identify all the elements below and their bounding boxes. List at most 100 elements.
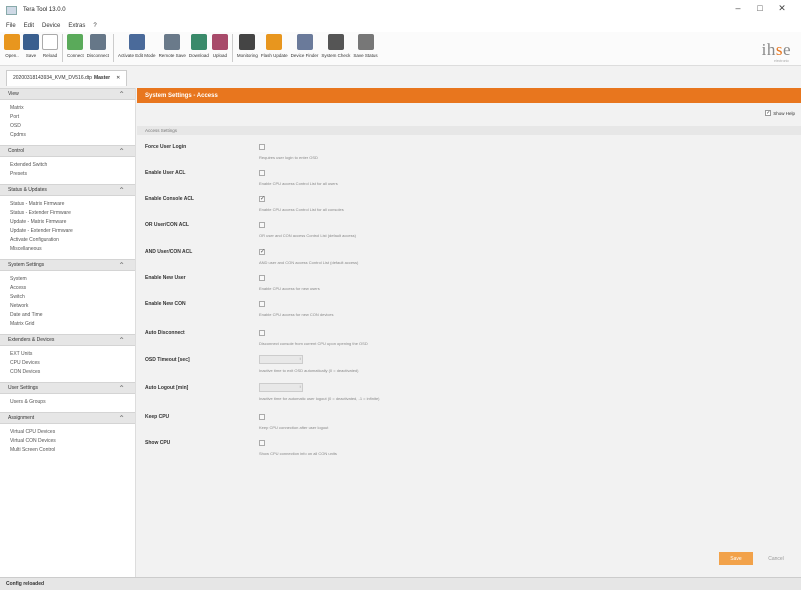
and-user-con-acl-checkbox[interactable] — [259, 248, 265, 255]
sidebar-item-osd[interactable]: OSD — [10, 122, 135, 131]
keep-cpu-checkbox[interactable] — [259, 414, 265, 420]
enable-new-con-checkbox[interactable] — [259, 301, 265, 307]
sidebar-item-system[interactable]: System — [10, 275, 135, 284]
sidebar-section-status-updates[interactable]: Status & Updates ⌃ — [0, 184, 135, 196]
sidebar-item-status-matrix-firmware[interactable]: Status - Matrix Firmware — [10, 200, 135, 209]
toolbar-save-status-button[interactable]: Save Status — [353, 32, 378, 58]
sidebar-item-matrix-grid[interactable]: Matrix Grid — [10, 320, 135, 329]
enable-console-acl-checkbox[interactable] — [259, 195, 265, 202]
sidebar-item-network[interactable]: Network — [10, 302, 135, 311]
menu-file[interactable]: File — [6, 23, 16, 29]
chevron-up-icon[interactable]: ⌃ — [118, 186, 125, 195]
chevron-up-icon[interactable]: ⌃ — [118, 414, 125, 423]
auto-logout-min-spinner[interactable]: ↕ — [259, 383, 303, 392]
sidebar-item-presets[interactable]: Presets — [10, 170, 135, 179]
toolbar-open-button[interactable]: Open.. — [4, 32, 20, 58]
toolbar-connect-button[interactable]: Connect — [67, 32, 84, 58]
sidebar-item-con-devices[interactable]: CON Devices — [10, 368, 135, 377]
minimize-button[interactable]: – — [727, 3, 749, 14]
sidebar-item-date-and-time[interactable]: Date and Time — [10, 311, 135, 320]
sidebar-section-view[interactable]: View ⌃ — [0, 88, 135, 100]
status-bar: Config reloaded — [0, 577, 801, 590]
sidebar-item-multi-screen-control[interactable]: Multi Screen Control — [10, 446, 135, 455]
show-help-toggle[interactable]: ✓ Show Help — [765, 110, 795, 116]
sidebar-item-update-matrix-firmware[interactable]: Update - Matrix Firmware — [10, 218, 135, 227]
sidebar-item-miscellaneous[interactable]: Miscellaneous — [10, 245, 135, 254]
setting-description: Inactive time to exit OSD automatically … — [259, 368, 359, 373]
sidebar-item-status-extender-firmware[interactable]: Status - Extender Firmware — [10, 209, 135, 218]
toolbar-activate-edit-mode-button[interactable]: Activate Edit Mode — [118, 32, 156, 58]
tab-close-icon[interactable]: ✕ — [116, 75, 120, 86]
sidebar-section-items: Extended Switch Presets — [0, 157, 135, 184]
chevron-up-icon[interactable]: ⌃ — [118, 384, 125, 393]
tab-filename: 20200318143934_KVM_DV516.dtp — [13, 75, 92, 81]
sidebar-section-assignment[interactable]: Assignment ⌃ — [0, 412, 135, 424]
reload-icon — [42, 34, 58, 50]
sidebar-section-control[interactable]: Control ⌃ — [0, 145, 135, 157]
toolbar-label: Upload — [212, 53, 227, 58]
toolbar-system-check-button[interactable]: System Check — [321, 32, 350, 58]
setting-description: Enable CPU access for new users — [259, 286, 320, 291]
maximize-button[interactable]: □ — [749, 3, 771, 14]
document-tab[interactable]: 20200318143934_KVM_DV516.dtp Master ✕ — [6, 70, 128, 86]
menu-edit[interactable]: Edit — [24, 23, 34, 29]
sidebar-item-ext-units[interactable]: EXT Units — [10, 350, 135, 359]
sidebar-item-virtual-con-devices[interactable]: Virtual CON Devices — [10, 437, 135, 446]
toolbar-monitoring-button[interactable]: Monitoring — [237, 32, 258, 58]
sidebar-item-matrix[interactable]: Matrix — [10, 104, 135, 113]
force-user-login-checkbox[interactable] — [259, 144, 265, 150]
sidebar-item-cpu-devices[interactable]: CPU Devices — [10, 359, 135, 368]
toolbar-upload-button[interactable]: Upload — [211, 32, 228, 58]
toolbar-disconnect-button[interactable]: Disconnect — [87, 32, 109, 58]
spinner-arrows-icon[interactable]: ↕ — [299, 356, 301, 361]
document-tab-bar: 20200318143934_KVM_DV516.dtp Master ✕ — [0, 66, 801, 86]
sidebar-item-virtual-cpu-devices[interactable]: Virtual CPU Devices — [10, 428, 135, 437]
enable-new-user-checkbox[interactable] — [259, 275, 265, 281]
sidebar-section-extenders-devices[interactable]: Extenders & Devices ⌃ — [0, 334, 135, 346]
tab-suffix: Master — [93, 75, 111, 81]
cancel-button[interactable]: Cancel — [757, 552, 795, 565]
chevron-up-icon[interactable]: ⌃ — [118, 261, 125, 270]
sidebar-item-cpdms[interactable]: Cpdms — [10, 131, 135, 140]
show-help-checkbox[interactable]: ✓ — [765, 110, 772, 116]
osd-timeout-sec-spinner[interactable]: ↕ — [259, 355, 303, 364]
sidebar-section-system-settings[interactable]: System Settings ⌃ — [0, 259, 135, 271]
sidebar-item-extended-switch[interactable]: Extended Switch — [10, 161, 135, 170]
sidebar-item-access[interactable]: Access — [10, 284, 135, 293]
auto-disconnect-checkbox[interactable] — [259, 330, 265, 336]
enable-user-acl-checkbox[interactable] — [259, 170, 265, 176]
setting-description: Enable CPU access Control List for all c… — [259, 207, 344, 212]
menu-extras[interactable]: Extras — [68, 23, 85, 29]
toolbar-remote-save-button[interactable]: Remote Save — [159, 32, 186, 58]
save-icon — [23, 34, 39, 50]
sidebar-section-user-settings[interactable]: User Settings ⌃ — [0, 382, 135, 394]
toolbar-label: Remote Save — [158, 53, 186, 58]
toolbar-flash-update-button[interactable]: Flash Update — [261, 32, 288, 58]
title-bar: Tera Tool 13.0.0 – □ ✕ — [0, 0, 801, 20]
setting-label: OSD Timeout [sec] — [145, 357, 190, 363]
setting-label: OR User/CON ACL — [145, 222, 189, 228]
or-user-con-acl-checkbox[interactable] — [259, 222, 265, 228]
spinner-arrows-icon[interactable]: ↕ — [299, 384, 301, 389]
sidebar-item-activate-configuration[interactable]: Activate Configuration — [10, 236, 135, 245]
toolbar-label: Open.. — [5, 53, 19, 58]
chevron-up-icon[interactable]: ⌃ — [118, 336, 125, 345]
menu-device[interactable]: Device — [42, 23, 60, 29]
save-button[interactable]: Save — [719, 552, 753, 565]
close-button[interactable]: ✕ — [771, 3, 793, 14]
chevron-up-icon[interactable]: ⌃ — [118, 90, 125, 99]
toolbar-reload-button[interactable]: Reload — [42, 32, 58, 58]
sidebar-item-port[interactable]: Port — [10, 113, 135, 122]
show-cpu-checkbox[interactable] — [259, 440, 265, 446]
toolbar-device-finder-button[interactable]: Device Finder — [291, 32, 318, 58]
system-check-icon — [327, 34, 344, 50]
toolbar-separator — [231, 34, 233, 62]
chevron-up-icon[interactable]: ⌃ — [118, 147, 125, 156]
toolbar-save-button[interactable]: Save — [23, 32, 39, 58]
menu-help[interactable]: ? — [93, 23, 96, 29]
sidebar-item-switch[interactable]: Switch — [10, 293, 135, 302]
logo-text-accent: s — [775, 40, 783, 59]
sidebar-item-update-extender-firmware[interactable]: Update - Extender Firmware — [10, 227, 135, 236]
sidebar-item-users-groups[interactable]: Users & Groups — [10, 398, 135, 407]
toolbar-download-button[interactable]: Download — [189, 32, 209, 58]
